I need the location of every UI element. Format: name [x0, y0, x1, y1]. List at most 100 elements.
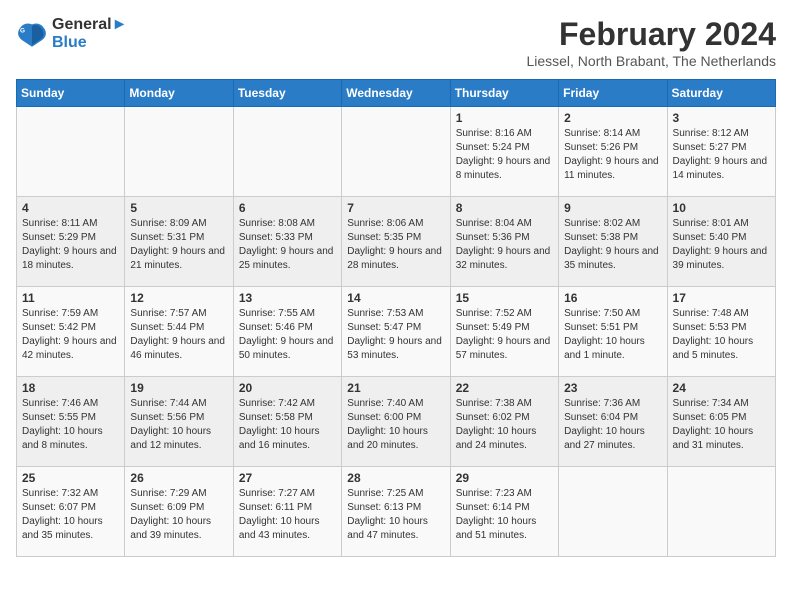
day-number: 16 — [564, 291, 661, 305]
day-info: Sunrise: 7:25 AM Sunset: 6:13 PM Dayligh… — [347, 487, 444, 543]
calendar-cell — [233, 107, 341, 197]
calendar-cell: 2Sunrise: 8:14 AM Sunset: 5:26 PM Daylig… — [559, 107, 667, 197]
day-number: 7 — [347, 201, 444, 215]
calendar-cell: 21 Sunrise: 7:40 AM Sunset: 6:00 PM Dayli… — [342, 377, 450, 467]
month-title: February 2024 — [526, 16, 776, 53]
title-block: February 2024 Liessel, North Brabant, Th… — [526, 16, 776, 69]
day-info: Sunrise: 8:04 AM Sunset: 5:36 PM Dayligh… — [456, 217, 553, 273]
calendar-week-5: 25 Sunrise: 7:32 AM Sunset: 6:07 PM Dayli… — [17, 467, 776, 557]
day-number: 8 — [456, 201, 553, 215]
day-number: 9 — [564, 201, 661, 215]
calendar-cell: 26Sunrise: 7:29 AM Sunset: 6:09 PM Dayli… — [125, 467, 233, 557]
calendar-cell: 18Sunrise: 7:46 AM Sunset: 5:55 PM Dayli… — [17, 377, 125, 467]
day-info: Sunrise: 7:52 AM Sunset: 5:49 PM Dayligh… — [456, 307, 553, 363]
day-info: Sunrise: 8:06 AM Sunset: 5:35 PM Dayligh… — [347, 217, 444, 273]
day-info: Sunrise: 7:59 AM Sunset: 5:42 PM Dayligh… — [22, 307, 119, 363]
header-tuesday: Tuesday — [233, 80, 341, 107]
day-number: 24 — [673, 381, 770, 395]
calendar-body: 1 Sunrise: 8:16 AM Sunset: 5:24 PM Daylig… — [17, 107, 776, 557]
calendar-cell: 23 Sunrise: 7:36 AM Sunset: 6:04 PM Dayli… — [559, 377, 667, 467]
calendar-cell — [17, 107, 125, 197]
day-number: 17 — [673, 291, 770, 305]
logo-text: General► Blue — [52, 16, 127, 52]
header-row: Sunday Monday Tuesday Wednesday Thursday… — [17, 80, 776, 107]
calendar-cell — [342, 107, 450, 197]
calendar-cell: 3 Sunrise: 8:12 AM Sunset: 5:27 PM Daylig… — [667, 107, 775, 197]
calendar-cell: 10 Sunrise: 8:01 AM Sunset: 5:40 PM Dayli… — [667, 197, 775, 287]
day-number: 19 — [130, 381, 227, 395]
calendar-cell: 8 Sunrise: 8:04 AM Sunset: 5:36 PM Daylig… — [450, 197, 558, 287]
day-info: Sunrise: 7:36 AM Sunset: 6:04 PM Dayligh… — [564, 397, 661, 453]
calendar-cell: 16 Sunrise: 7:50 AM Sunset: 5:51 PM Dayli… — [559, 287, 667, 377]
calendar-week-2: 4Sunrise: 8:11 AM Sunset: 5:29 PM Daylig… — [17, 197, 776, 287]
calendar-cell: 28Sunrise: 7:25 AM Sunset: 6:13 PM Dayli… — [342, 467, 450, 557]
day-info: Sunrise: 8:08 AM Sunset: 5:33 PM Dayligh… — [239, 217, 336, 273]
header-saturday: Saturday — [667, 80, 775, 107]
day-info: Sunrise: 7:32 AM Sunset: 6:07 PM Dayligh… — [22, 487, 119, 543]
logo-icon: G — [16, 18, 48, 50]
day-number: 20 — [239, 381, 336, 395]
svg-text:G: G — [20, 27, 25, 34]
day-number: 14 — [347, 291, 444, 305]
calendar-week-1: 1 Sunrise: 8:16 AM Sunset: 5:24 PM Daylig… — [17, 107, 776, 197]
day-info: Sunrise: 8:01 AM Sunset: 5:40 PM Dayligh… — [673, 217, 770, 273]
calendar-cell: 15 Sunrise: 7:52 AM Sunset: 5:49 PM Dayli… — [450, 287, 558, 377]
day-number: 2 — [564, 111, 661, 125]
day-number: 22 — [456, 381, 553, 395]
day-info: Sunrise: 8:16 AM Sunset: 5:24 PM Dayligh… — [456, 127, 553, 183]
calendar-cell: 27 Sunrise: 7:27 AM Sunset: 6:11 PM Dayli… — [233, 467, 341, 557]
day-info: Sunrise: 7:27 AM Sunset: 6:11 PM Dayligh… — [239, 487, 336, 543]
calendar-cell — [667, 467, 775, 557]
day-number: 25 — [22, 471, 119, 485]
day-info: Sunrise: 7:23 AM Sunset: 6:14 PM Dayligh… — [456, 487, 553, 543]
calendar-week-4: 18Sunrise: 7:46 AM Sunset: 5:55 PM Dayli… — [17, 377, 776, 467]
day-number: 3 — [673, 111, 770, 125]
calendar-cell: 1 Sunrise: 8:16 AM Sunset: 5:24 PM Daylig… — [450, 107, 558, 197]
page-header: G General► Blue February 2024 Liessel, N… — [16, 16, 776, 69]
calendar-cell: 17Sunrise: 7:48 AM Sunset: 5:53 PM Dayli… — [667, 287, 775, 377]
calendar-cell — [559, 467, 667, 557]
calendar-cell: 24Sunrise: 7:34 AM Sunset: 6:05 PM Dayli… — [667, 377, 775, 467]
day-number: 13 — [239, 291, 336, 305]
day-number: 6 — [239, 201, 336, 215]
calendar-cell: 11 Sunrise: 7:59 AM Sunset: 5:42 PM Dayli… — [17, 287, 125, 377]
header-sunday: Sunday — [17, 80, 125, 107]
day-info: Sunrise: 7:44 AM Sunset: 5:56 PM Dayligh… — [130, 397, 227, 453]
calendar-week-3: 11 Sunrise: 7:59 AM Sunset: 5:42 PM Dayli… — [17, 287, 776, 377]
calendar-cell: 12Sunrise: 7:57 AM Sunset: 5:44 PM Dayli… — [125, 287, 233, 377]
day-number: 23 — [564, 381, 661, 395]
day-info: Sunrise: 7:50 AM Sunset: 5:51 PM Dayligh… — [564, 307, 661, 363]
day-number: 11 — [22, 291, 119, 305]
calendar-cell: 29Sunrise: 7:23 AM Sunset: 6:14 PM Dayli… — [450, 467, 558, 557]
header-thursday: Thursday — [450, 80, 558, 107]
day-info: Sunrise: 8:02 AM Sunset: 5:38 PM Dayligh… — [564, 217, 661, 273]
day-info: Sunrise: 8:12 AM Sunset: 5:27 PM Dayligh… — [673, 127, 770, 183]
day-number: 27 — [239, 471, 336, 485]
calendar-cell — [125, 107, 233, 197]
day-info: Sunrise: 7:46 AM Sunset: 5:55 PM Dayligh… — [22, 397, 119, 453]
calendar-cell: 22 Sunrise: 7:38 AM Sunset: 6:02 PM Dayli… — [450, 377, 558, 467]
day-info: Sunrise: 8:11 AM Sunset: 5:29 PM Dayligh… — [22, 217, 119, 273]
location: Liessel, North Brabant, The Netherlands — [526, 53, 776, 69]
day-info: Sunrise: 7:38 AM Sunset: 6:02 PM Dayligh… — [456, 397, 553, 453]
day-info: Sunrise: 7:42 AM Sunset: 5:58 PM Dayligh… — [239, 397, 336, 453]
day-number: 21 — [347, 381, 444, 395]
day-number: 10 — [673, 201, 770, 215]
day-info: Sunrise: 7:53 AM Sunset: 5:47 PM Dayligh… — [347, 307, 444, 363]
day-info: Sunrise: 7:55 AM Sunset: 5:46 PM Dayligh… — [239, 307, 336, 363]
calendar-cell: 25 Sunrise: 7:32 AM Sunset: 6:07 PM Dayli… — [17, 467, 125, 557]
calendar-cell: 5Sunrise: 8:09 AM Sunset: 5:31 PM Daylig… — [125, 197, 233, 287]
calendar-cell: 19 Sunrise: 7:44 AM Sunset: 5:56 PM Dayli… — [125, 377, 233, 467]
header-monday: Monday — [125, 80, 233, 107]
day-info: Sunrise: 7:29 AM Sunset: 6:09 PM Dayligh… — [130, 487, 227, 543]
day-number: 5 — [130, 201, 227, 215]
day-number: 1 — [456, 111, 553, 125]
day-info: Sunrise: 7:40 AM Sunset: 6:00 PM Dayligh… — [347, 397, 444, 453]
day-number: 15 — [456, 291, 553, 305]
calendar-cell: 4Sunrise: 8:11 AM Sunset: 5:29 PM Daylig… — [17, 197, 125, 287]
calendar-header: Sunday Monday Tuesday Wednesday Thursday… — [17, 80, 776, 107]
calendar-cell: 13 Sunrise: 7:55 AM Sunset: 5:46 PM Dayli… — [233, 287, 341, 377]
calendar-cell: 7 Sunrise: 8:06 AM Sunset: 5:35 PM Daylig… — [342, 197, 450, 287]
header-friday: Friday — [559, 80, 667, 107]
calendar-cell: 14 Sunrise: 7:53 AM Sunset: 5:47 PM Dayli… — [342, 287, 450, 377]
